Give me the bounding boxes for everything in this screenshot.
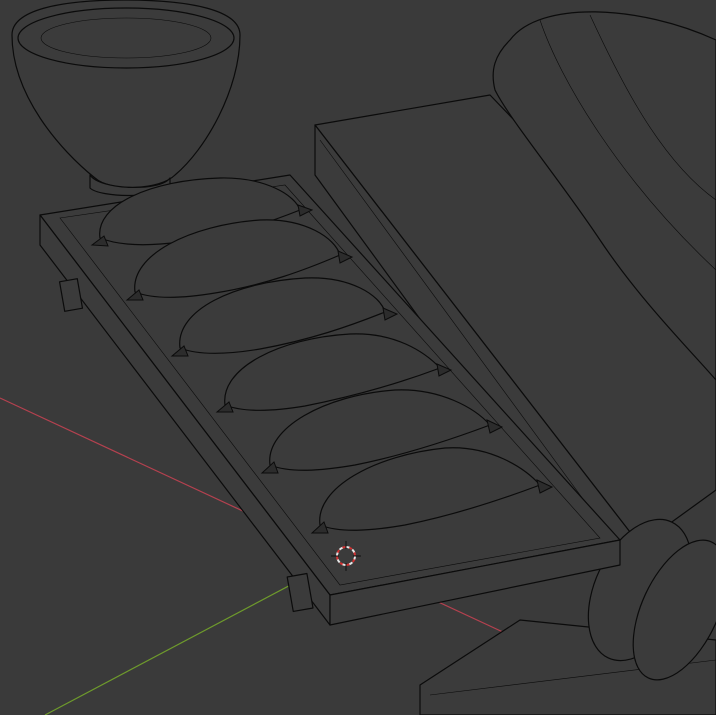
bowl[interactable]: [11, 0, 241, 197]
viewport-canvas[interactable]: [0, 0, 716, 715]
3d-viewport[interactable]: [0, 0, 716, 715]
